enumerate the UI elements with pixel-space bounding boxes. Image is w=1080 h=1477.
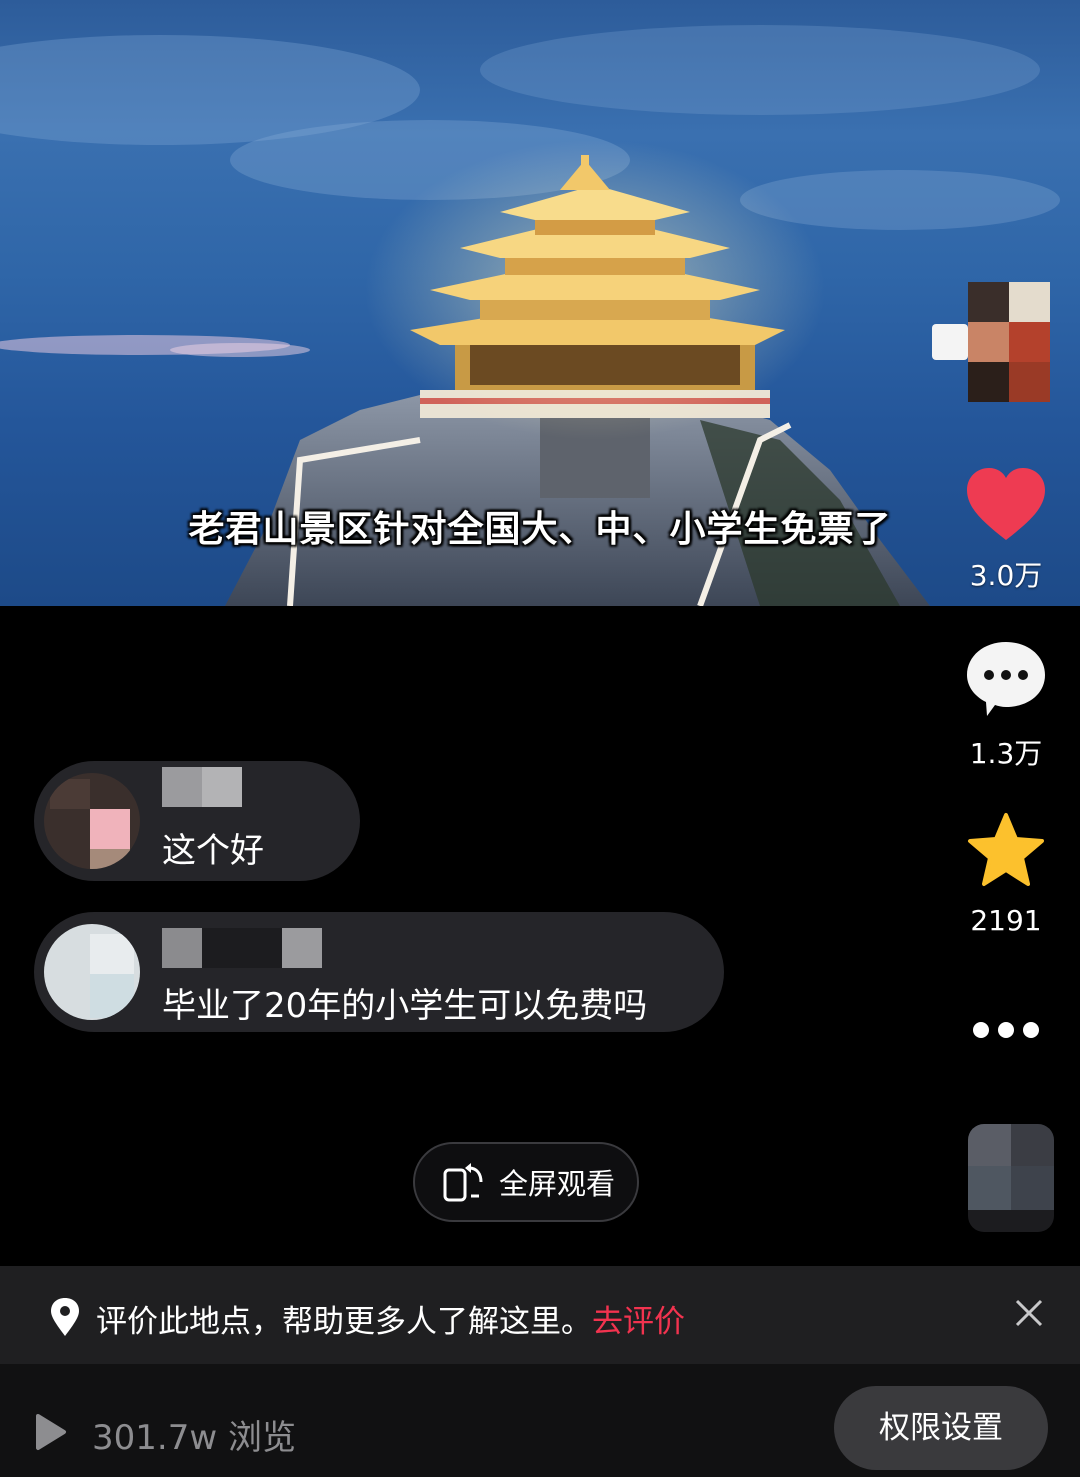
author-avatar[interactable] <box>932 282 1050 402</box>
fullscreen-label: 全屏观看 <box>499 1167 616 1201</box>
bottom-stats-bar: 301.7w 浏览 权限设置 <box>0 1364 1080 1477</box>
commenter-avatar[interactable] <box>44 924 140 1020</box>
video-subtitle: 老君山景区针对全国大、中、小学生免票了 <box>188 509 892 550</box>
music-disc-avatar[interactable] <box>968 1124 1054 1232</box>
location-pin-icon <box>51 1298 79 1336</box>
play-icon <box>36 1414 66 1450</box>
like-count: 3.0万 <box>969 559 1043 592</box>
comment-button[interactable]: 1.3万 <box>958 640 1054 772</box>
view-count: 301.7w 浏览 <box>92 1418 296 1458</box>
star-icon <box>968 813 1044 886</box>
comment-text: 这个好 <box>162 831 264 871</box>
more-button[interactable] <box>958 1018 1054 1042</box>
commenter-name-redacted <box>162 918 362 968</box>
commenter-avatar[interactable] <box>44 773 140 869</box>
more-dots-icon <box>973 1022 1039 1038</box>
video-player[interactable]: 老君山景区针对全国大、中、小学生免票了 <box>0 0 1080 606</box>
location-prompt-text: 评价此地点，帮助更多人了解这里。 <box>96 1304 592 1340</box>
rotate-screen-icon <box>443 1163 483 1202</box>
fullscreen-button[interactable]: 全屏观看 <box>413 1142 639 1222</box>
comment-count: 1.3万 <box>969 737 1043 770</box>
comment-bubble-icon <box>967 642 1045 716</box>
close-icon[interactable] <box>1012 1296 1046 1330</box>
location-review-bar: 评价此地点，帮助更多人了解这里。去评价 <box>0 1266 1080 1364</box>
comment-text: 毕业了20年的小学生可以免费吗 <box>162 986 648 1026</box>
permission-settings-button[interactable]: 权限设置 <box>834 1386 1048 1470</box>
favorite-count: 2191 <box>970 904 1042 937</box>
comment-bubble[interactable]: 这个好 <box>34 761 360 881</box>
favorite-button[interactable]: 2191 <box>958 812 1054 937</box>
commenter-name-redacted <box>162 767 242 807</box>
comment-bubble[interactable]: 毕业了20年的小学生可以免费吗 <box>34 912 724 1032</box>
heart-icon <box>967 468 1045 540</box>
like-button[interactable]: 3.0万 <box>958 466 1054 594</box>
go-review-link[interactable]: 去评价 <box>592 1304 685 1340</box>
